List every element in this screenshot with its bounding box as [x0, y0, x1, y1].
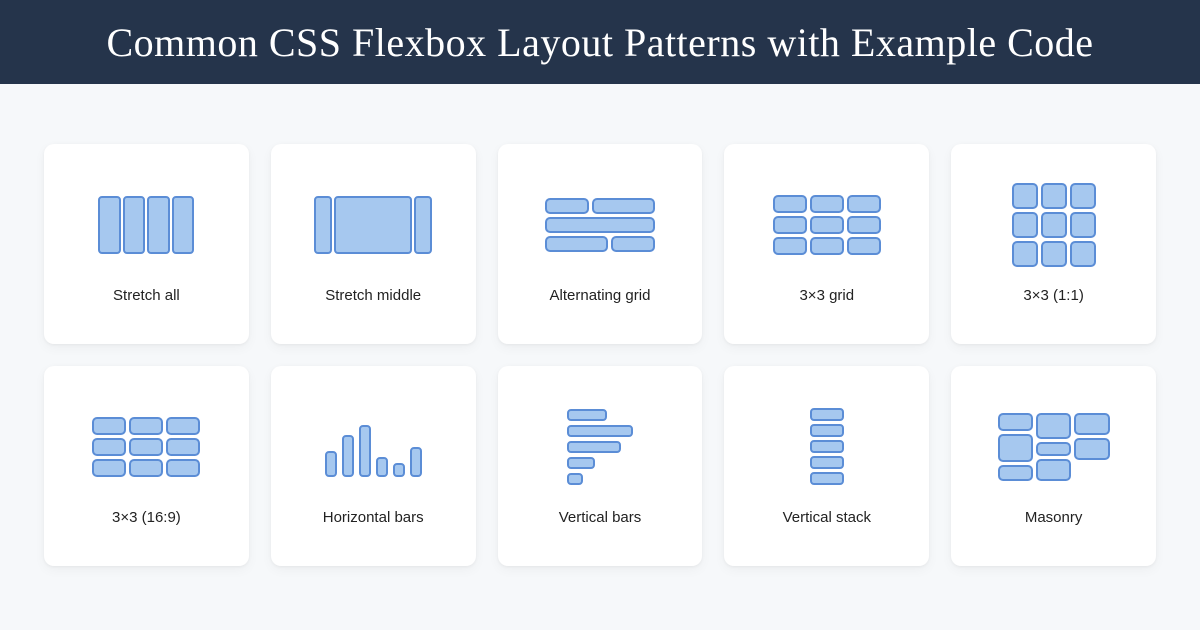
pattern-label: Horizontal bars — [323, 509, 424, 526]
pattern-label: 3×3 grid — [799, 287, 854, 304]
alternating-grid-icon — [540, 185, 660, 265]
pattern-label: Stretch all — [113, 287, 180, 304]
stretch-middle-icon — [313, 185, 433, 265]
pattern-card-3x3-169[interactable]: 3×3 (16:9) — [44, 366, 249, 566]
pattern-label: Vertical bars — [559, 509, 642, 526]
pattern-grid: Stretch all Stretch middle Alternating g… — [0, 84, 1200, 596]
pattern-label: Stretch middle — [325, 287, 421, 304]
masonry-icon — [994, 407, 1114, 487]
page-title: Common CSS Flexbox Layout Patterns with … — [106, 19, 1093, 66]
stretch-all-icon — [86, 185, 206, 265]
pattern-card-3x3-grid[interactable]: 3×3 grid — [724, 144, 929, 344]
pattern-card-horizontal-bars[interactable]: Horizontal bars — [271, 366, 476, 566]
pattern-card-vertical-bars[interactable]: Vertical bars — [498, 366, 703, 566]
grid-3x3-icon — [767, 185, 887, 265]
pattern-label: 3×3 (16:9) — [112, 509, 181, 526]
vertical-bars-icon — [540, 407, 660, 487]
pattern-card-vertical-stack[interactable]: Vertical stack — [724, 366, 929, 566]
pattern-label: Alternating grid — [550, 287, 651, 304]
pattern-label: 3×3 (1:1) — [1023, 287, 1083, 304]
pattern-card-stretch-all[interactable]: Stretch all — [44, 144, 249, 344]
pattern-card-stretch-middle[interactable]: Stretch middle — [271, 144, 476, 344]
pattern-label: Masonry — [1025, 509, 1083, 526]
grid-3x3-square-icon — [994, 185, 1114, 265]
pattern-card-masonry[interactable]: Masonry — [951, 366, 1156, 566]
pattern-card-3x3-square[interactable]: 3×3 (1:1) — [951, 144, 1156, 344]
pattern-label: Vertical stack — [783, 509, 871, 526]
vertical-stack-icon — [767, 407, 887, 487]
pattern-card-alternating-grid[interactable]: Alternating grid — [498, 144, 703, 344]
page-header: Common CSS Flexbox Layout Patterns with … — [0, 0, 1200, 84]
grid-3x3-wide-icon — [86, 407, 206, 487]
horizontal-bars-icon — [313, 407, 433, 487]
